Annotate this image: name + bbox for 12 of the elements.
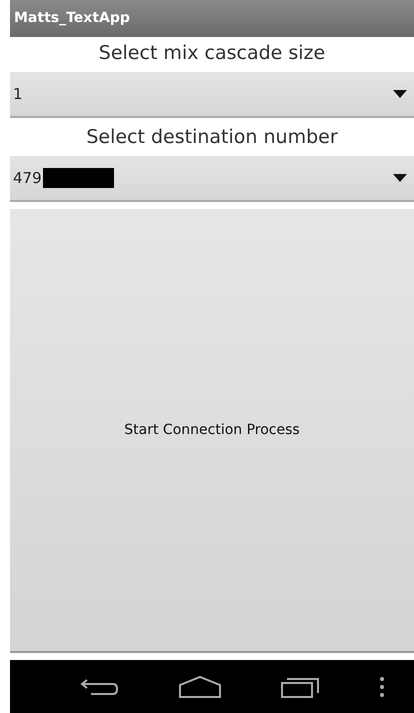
dropdown-value: 1 — [13, 84, 23, 105]
overflow-menu-icon[interactable] — [378, 676, 385, 698]
home-icon[interactable] — [178, 674, 222, 698]
dropdown-arrow-icon — [393, 90, 407, 98]
window-title: Matts_TextApp — [14, 9, 130, 28]
dropdown[interactable]: 1 — [10, 72, 414, 118]
dropdown-value: 479 — [13, 166, 114, 190]
selector-label: Select mix cascade size — [98, 41, 326, 66]
dropdown[interactable]: 479 — [10, 156, 414, 202]
dropdown-arrow-icon — [393, 174, 407, 182]
start-connection-button[interactable]: Start Connection Process — [10, 209, 414, 653]
selector-label: Select destination number — [86, 125, 338, 150]
